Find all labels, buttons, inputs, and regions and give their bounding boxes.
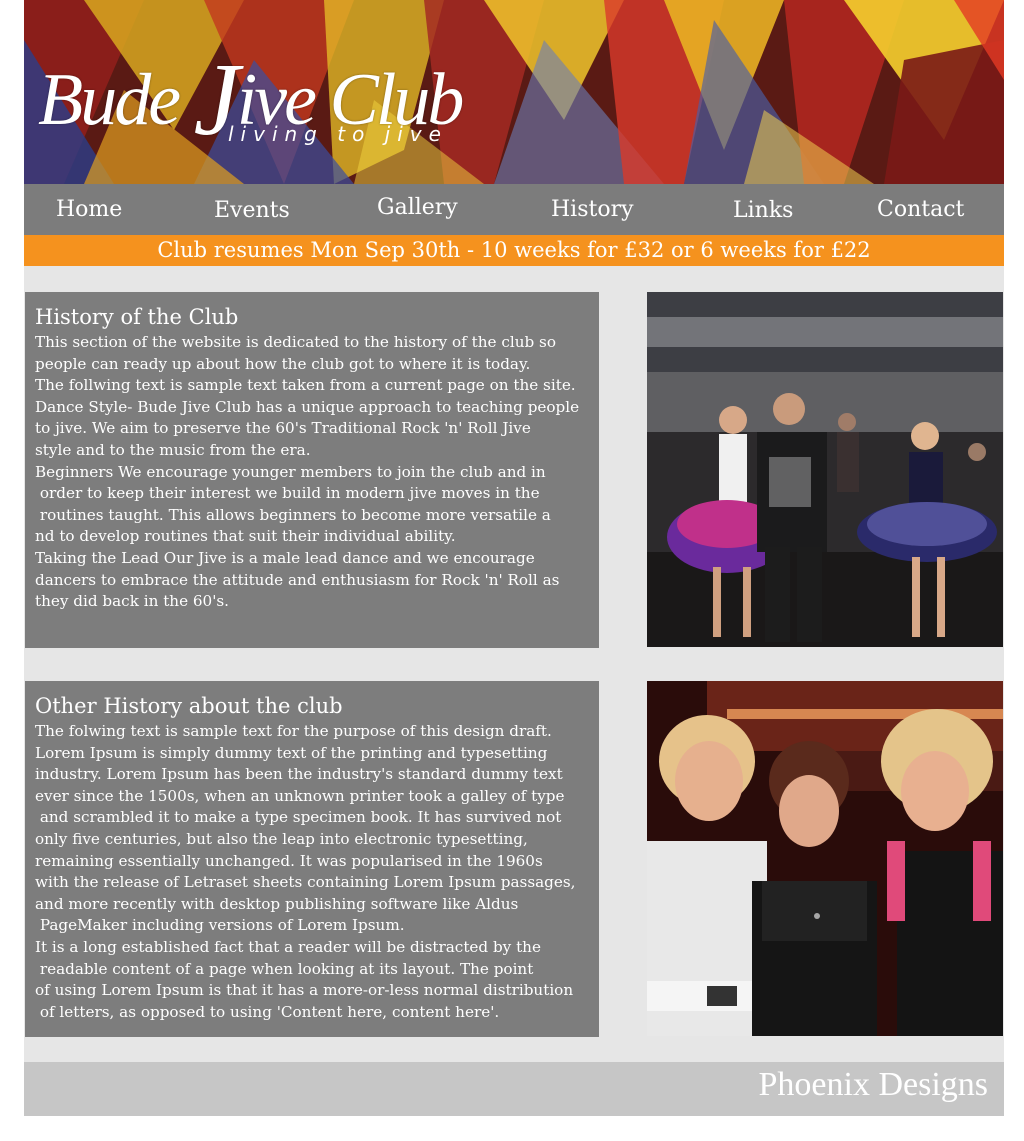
nav-gallery[interactable]: Gallery (377, 182, 458, 233)
announcement-bar: Club resumes Mon Sep 30th - 10 weeks for… (24, 235, 1004, 266)
other-history-section: Other History about the club The folwing… (25, 681, 599, 1037)
members-photo-image (647, 681, 1003, 1036)
members-photo (647, 681, 1003, 1036)
nav-links[interactable]: Links (733, 185, 793, 236)
nav-contact[interactable]: Contact (877, 184, 964, 235)
history-section: History of the Club This section of the … (25, 292, 599, 648)
nav-history[interactable]: History (551, 184, 634, 235)
dance-photo-image (647, 292, 1003, 647)
nav-home[interactable]: Home (56, 184, 122, 235)
section-body: This section of the website is dedicated… (35, 333, 580, 611)
page-container: Bude Jive Club living to jive Home Event… (24, 0, 1004, 1116)
main-nav: Home Events Gallery History Links Contac… (24, 184, 1004, 235)
dance-photo (647, 292, 1003, 647)
section-title: History of the Club (35, 305, 239, 329)
logo-tagline: living to jive (228, 122, 448, 146)
section-body: The folwing text is sample text for the … (35, 722, 576, 1021)
section-title: Other History about the club (35, 694, 343, 718)
footer-credit: Phoenix Designs (758, 1066, 989, 1103)
footer: Phoenix Designs (24, 1062, 1004, 1116)
logo-title-prefix: Bude (38, 59, 194, 141)
header-banner: Bude Jive Club living to jive (24, 0, 1004, 184)
nav-events[interactable]: Events (214, 185, 290, 236)
site-logo[interactable]: Bude Jive Club living to jive (38, 38, 464, 152)
